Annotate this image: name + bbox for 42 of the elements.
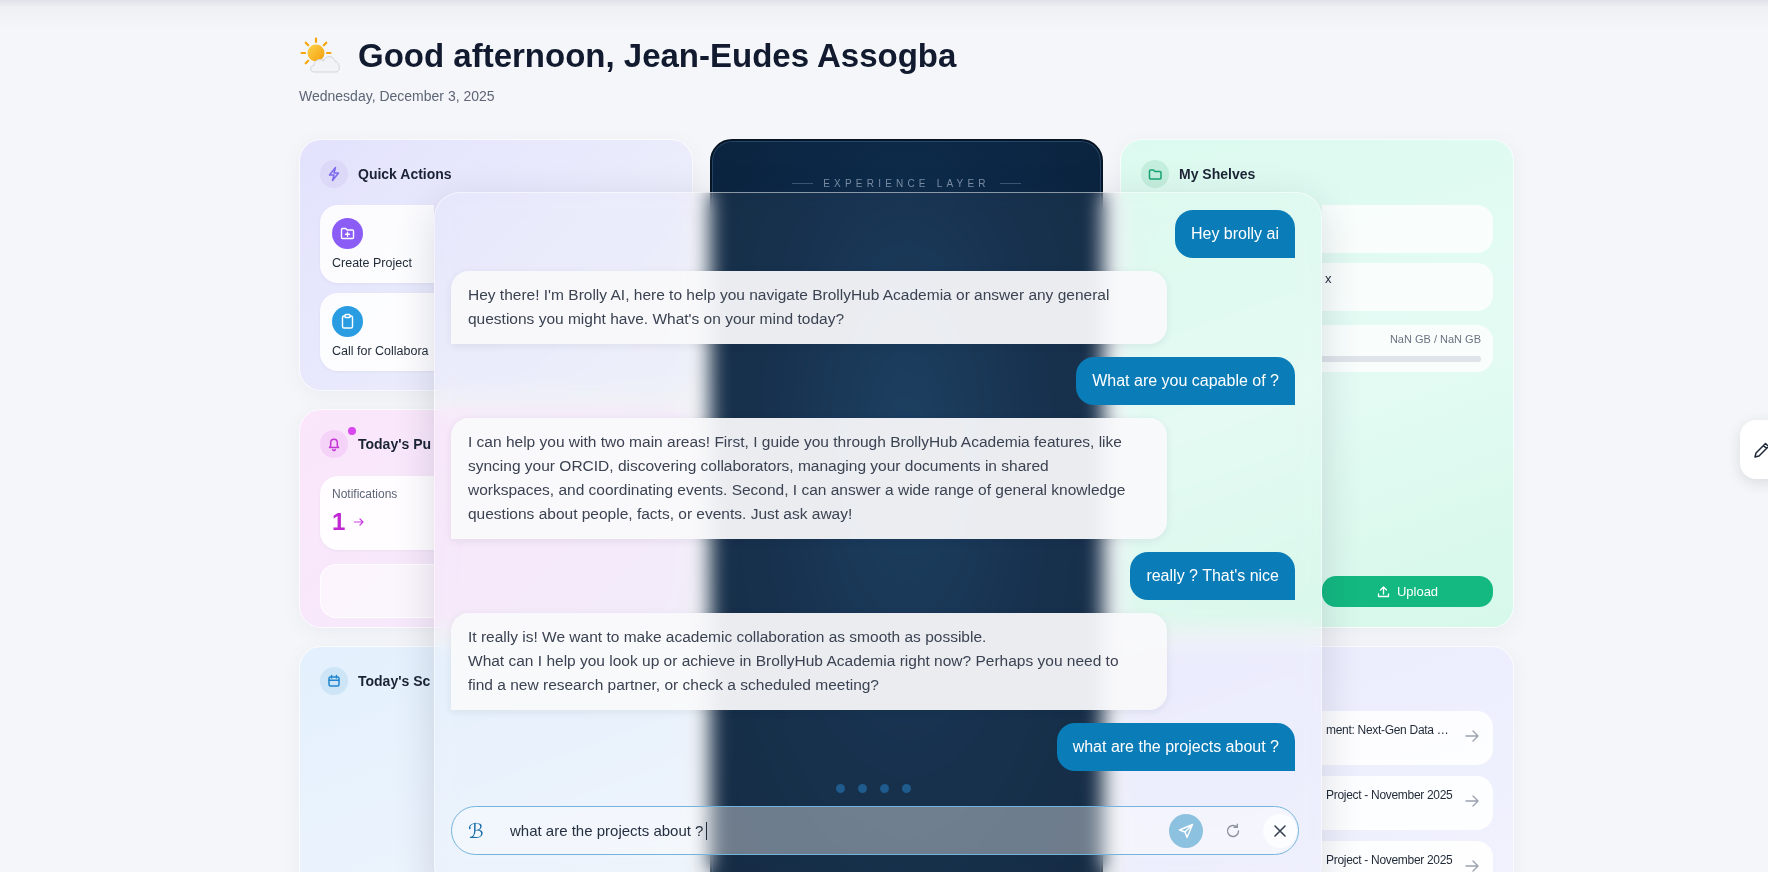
quick-action-button[interactable]: Create Project (320, 205, 434, 283)
notifications-tile[interactable]: Notifications 1 (320, 476, 434, 550)
assistant-message: I can help you with two main areas! First, I guide you through BrollyHub Academia features, like syncing your ORCID, discovering collaborators, managing your documents in shared workspaces, and coordinating events. Second, I can answer a wide range of general knowledge questions about people, facts, or events. Just ask away! (451, 418, 1167, 539)
send-icon (1178, 822, 1194, 839)
assistant-message: It really is! We want to make academic collaboration as smooth as possible. What can I help you look up or achieve in BrollyHub Academia right now? Perhaps you need to find a new research partner, or check a scheduled meeting? (451, 613, 1167, 710)
text-cursor-icon (706, 821, 708, 840)
arrow-right-icon (1465, 730, 1479, 742)
close-icon (1273, 823, 1287, 838)
assistant-message: Hey there! I'm Brolly AI, here to help you navigate BrollyHub Academia or answer any general questions you might have. What's on your mind today? (451, 271, 1167, 344)
clipboard-icon (332, 306, 363, 337)
section-label: EXPERIENCE LAYER (823, 177, 990, 189)
greeting-title: Good afternoon, Jean-Eudes Assogba (358, 36, 957, 76)
user-message: what are the projects about ? (1056, 723, 1295, 771)
arrow-right-icon (354, 518, 365, 526)
card-title: My Shelves (1179, 166, 1256, 182)
project-row[interactable]: ment: Next-Gen Data … (1322, 711, 1493, 765)
upload-icon (1376, 585, 1390, 598)
calendar-icon (320, 667, 348, 695)
refresh-icon (1225, 822, 1241, 839)
card-title: Today's Sc (358, 673, 431, 689)
bolt-icon (320, 160, 348, 188)
quick-action-button[interactable]: Call for Collabora (320, 293, 434, 371)
notifications-label: Notifications (332, 486, 398, 502)
card-title: Quick Actions (358, 166, 452, 182)
user-message: Hey brolly ai (1174, 210, 1295, 258)
arrow-right-icon (1465, 860, 1479, 872)
arrow-right-icon (1465, 795, 1479, 807)
notification-count: 1 (332, 508, 346, 536)
brolly-logo: ℬ (468, 818, 485, 843)
user-message: What are you capable of ? (1076, 357, 1295, 405)
folder-plus-icon (332, 218, 363, 249)
folder-icon (1141, 160, 1169, 188)
shelf-row[interactable]: x (1322, 263, 1493, 311)
weather-icon (300, 37, 342, 75)
project-row[interactable]: Project - November 2025 (1322, 841, 1493, 872)
date-text: Wednesday, December 3, 2025 (299, 87, 495, 105)
bell-icon (320, 430, 348, 458)
card-title: Today's Pu (358, 436, 432, 452)
storage-reading: NaN GB / NaN GB (1389, 332, 1481, 346)
user-message: really ? That's nice (1130, 552, 1295, 600)
project-row[interactable]: Project - November 2025 (1322, 776, 1493, 830)
chat-input-field[interactable]: ℬ what are the projects about ? (451, 806, 1299, 855)
